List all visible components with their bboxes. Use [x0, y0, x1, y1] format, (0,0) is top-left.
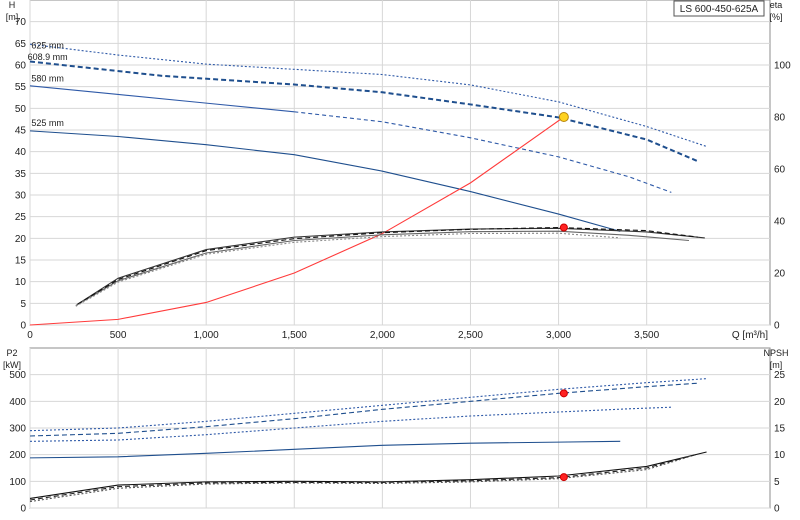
x-tick-label-top: 2,500	[458, 330, 483, 341]
y-right-tick-label-bottom: 10	[774, 450, 786, 461]
operating-point-marker-top-0	[558, 112, 569, 122]
y-right-tick-label-top: 60	[774, 165, 786, 176]
y-right-tick-label-top: 100	[774, 61, 791, 72]
plot-area-top	[29, 0, 771, 326]
y-left-tick-label-bottom: 0	[20, 504, 26, 515]
y-left-tick-label-top: 0	[20, 321, 26, 332]
y-left-tick-label-bottom: 400	[9, 397, 26, 408]
y-right-tick-label-bottom: 20	[774, 397, 786, 408]
x-tick-label-top: 2,000	[370, 330, 395, 341]
x-tick-label-top: 500	[110, 330, 127, 341]
y-right-tick-label-bottom: 5	[774, 477, 780, 488]
chart-title: LS 600-450-625A	[680, 4, 759, 15]
y-left-axis-label-bottom: P2	[6, 348, 17, 358]
y-left-tick-label-top: 10	[15, 277, 27, 288]
y-left-tick-label-top: 45	[15, 126, 27, 137]
operating-point-marker-bottom-1	[559, 473, 568, 482]
pump-performance-chart: 0 500 1,000 1,500 2,000 2,500 3,000 3,500 0 5 10 15…	[0, 0, 800, 520]
y-left-axis-unit-top: [m]	[6, 12, 19, 22]
y-right-tick-label-top: 20	[774, 269, 786, 280]
y-right-tick-label-bottom: 25	[774, 370, 786, 381]
y-left-tick-label-top: 50	[15, 104, 27, 115]
y-left-tick-label-bottom: 500	[9, 370, 26, 381]
y-right-tick-label-top: 80	[774, 113, 786, 124]
y-left-tick-label-top: 15	[15, 256, 27, 267]
y-left-tick-label-bottom: 100	[9, 477, 26, 488]
y-left-tick-label-top: 60	[15, 61, 27, 72]
y-right-tick-label-top: 0	[774, 321, 780, 332]
y-right-tick-label-bottom: 15	[774, 424, 786, 435]
x-tick-label-top: 3,000	[546, 330, 571, 341]
y-right-axis-unit-top: [%]	[769, 12, 782, 22]
y-left-axis-unit-bottom: [kW]	[3, 360, 21, 370]
x-tick-label-top: 0	[27, 330, 33, 341]
y-left-tick-label-top: 30	[15, 191, 27, 202]
y-left-tick-label-top: 65	[15, 39, 27, 50]
series-label-top-1: 608.9 mm	[28, 52, 68, 62]
y-left-tick-label-top: 55	[15, 82, 27, 93]
y-left-tick-label-top: 35	[15, 169, 27, 180]
x-tick-label-top: 1,500	[282, 330, 307, 341]
chart-svg: 0 500 1,000 1,500 2,000 2,500 3,000 3,500051015…	[3, 0, 791, 515]
y-left-tick-label-top: 25	[15, 212, 27, 223]
operating-point-marker-top-1	[559, 223, 568, 232]
series-label-top-0: 625 mm	[31, 41, 64, 51]
y-left-tick-label-top: 40	[15, 147, 27, 158]
y-right-axis-label-top: eta	[770, 0, 783, 10]
y-left-tick-label-top: 5	[20, 299, 26, 310]
y-left-tick-label-top: 20	[15, 234, 27, 245]
y-left-tick-label-bottom: 200	[9, 450, 26, 461]
y-right-tick-label-top: 40	[774, 217, 786, 228]
y-right-axis-label-bottom: NPSH	[763, 348, 788, 358]
y-right-axis-unit-bottom: [m]	[770, 360, 783, 370]
y-right-tick-label-bottom: 0	[774, 504, 780, 515]
series-label-top-2: 580 mm	[31, 73, 64, 83]
y-left-axis-label-top: H	[9, 0, 16, 10]
y-left-tick-label-bottom: 300	[9, 424, 26, 435]
series-label-top-3: 525 mm	[31, 118, 64, 128]
x-tick-label-top: 3,500	[634, 330, 659, 341]
x-tick-label-top: 1,000	[194, 330, 219, 341]
operating-point-marker-bottom-0	[559, 389, 568, 398]
x-axis-label-top: Q [m³/h]	[732, 330, 768, 341]
